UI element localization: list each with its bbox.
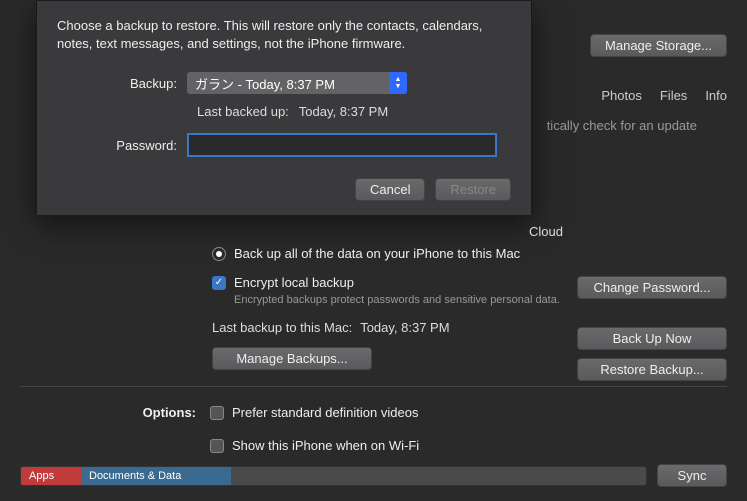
storage-segment-apps: Apps [21,467,81,485]
prefer-sd-checkbox[interactable] [210,406,224,420]
tab-bar: Photos Files Info [601,88,727,103]
last-backup-mac-value: Today, 8:37 PM [360,320,449,335]
tab-files[interactable]: Files [660,88,687,103]
restore-backup-dialog: Choose a backup to restore. This will re… [36,0,532,216]
storage-bar: Apps Documents & Data [20,466,647,486]
dialog-instruction: Choose a backup to restore. This will re… [57,17,487,52]
sync-button[interactable]: Sync [657,464,727,487]
back-up-now-button[interactable]: Back Up Now [577,327,727,350]
restore-button[interactable]: Restore [435,178,511,201]
show-wifi-checkbox[interactable] [210,439,224,453]
tab-info[interactable]: Info [705,88,727,103]
tab-photos[interactable]: Photos [601,88,641,103]
backup-label: Backup: [57,76,187,91]
last-backed-up-label: Last backed up: [197,104,289,119]
cancel-button[interactable]: Cancel [355,178,425,201]
chevron-updown-icon: ▲▼ [389,72,407,94]
manage-storage-button[interactable]: Manage Storage... [590,34,727,57]
restore-backup-button[interactable]: Restore Backup... [577,358,727,381]
encrypt-checkbox[interactable]: ✓ [212,276,226,290]
show-wifi-label: Show this iPhone when on Wi-Fi [232,438,419,453]
password-label: Password: [57,138,187,153]
backup-select-value: ガラン - Today, 8:37 PM [195,74,335,93]
change-password-button[interactable]: Change Password... [577,276,727,299]
password-input[interactable] [187,133,497,157]
encrypt-label: Encrypt local backup [234,275,354,290]
divider [20,386,727,387]
backup-to-mac-radio[interactable] [212,247,226,261]
prefer-sd-label: Prefer standard definition videos [232,405,418,420]
options-label: Options: [20,405,196,420]
manage-backups-button[interactable]: Manage Backups... [212,347,372,370]
background-text: tically check for an update [547,118,697,133]
backup-to-mac-label: Back up all of the data on your iPhone t… [234,246,520,261]
backup-select[interactable]: ガラン - Today, 8:37 PM ▲▼ [187,72,407,94]
last-backed-up-value: Today, 8:37 PM [299,104,388,119]
last-backup-mac-label: Last backup to this Mac: [212,320,352,335]
storage-segment-docs: Documents & Data [81,467,231,485]
